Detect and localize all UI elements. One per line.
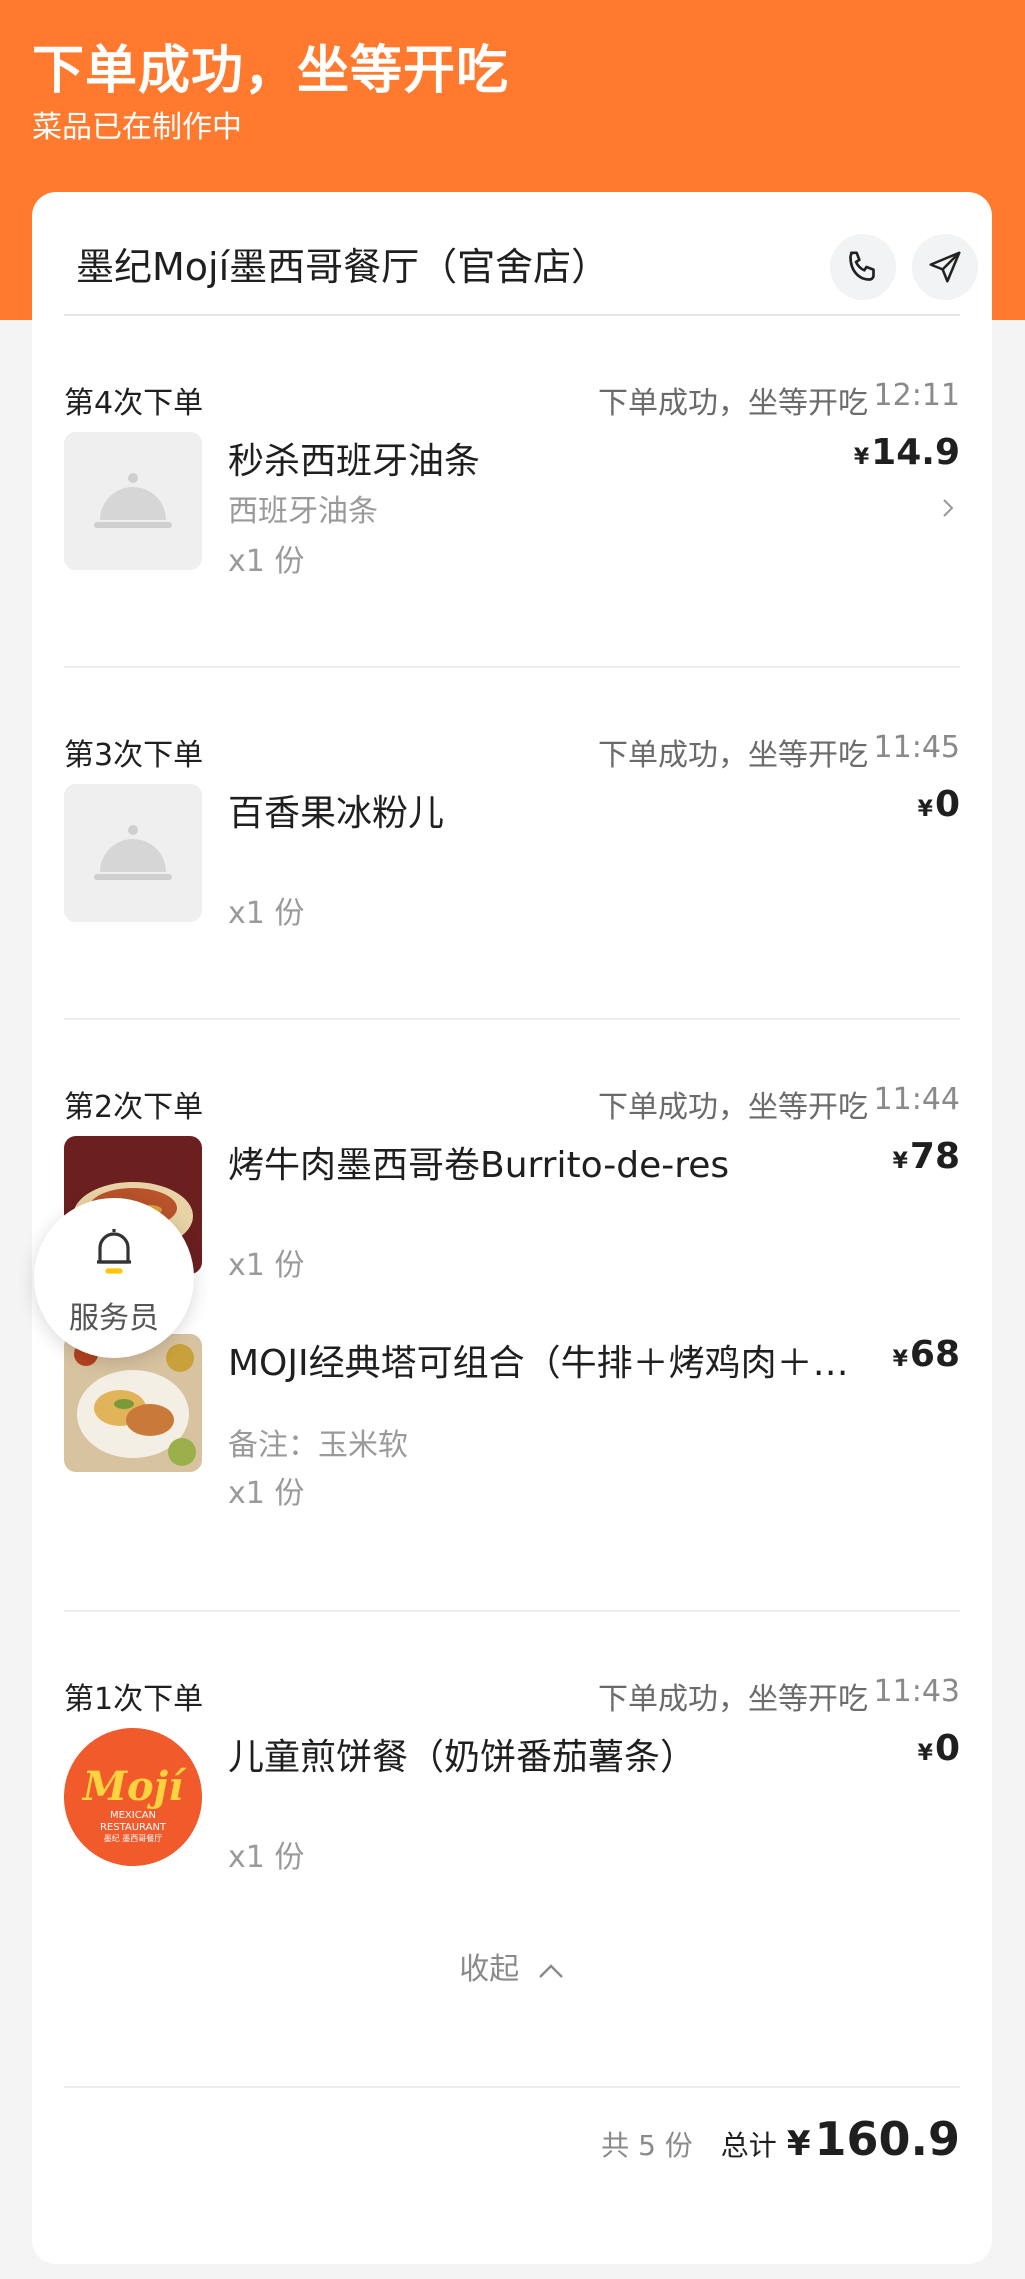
item-spec: 西班牙油条: [228, 494, 378, 529]
divider: [64, 1610, 960, 1612]
page-subtitle: 菜品已在制作中: [32, 110, 242, 145]
dish-placeholder-icon: [64, 784, 202, 922]
order-group-1: 第1次下单 下单成功，坐等开吃 11:43 Mojí MEXICAN RESTA…: [64, 1668, 960, 1875]
store-name[interactable]: 墨纪Mojí墨西哥餐厅（官舍店）: [76, 236, 609, 291]
call-button[interactable]: [830, 234, 896, 300]
waiter-label: 服务员: [69, 1301, 159, 1336]
store-header: 墨纪Mojí墨西哥餐厅（官舍店）: [64, 192, 978, 316]
divider: [64, 1018, 960, 1020]
svg-text:MEXICAN: MEXICAN: [110, 1810, 156, 1821]
collapse-label: 收起: [459, 1952, 520, 1987]
item-name: 百香果冰粉儿: [228, 793, 445, 834]
order-status: 下单成功，坐等开吃: [598, 738, 868, 773]
total-label: 总计: [720, 2129, 777, 2162]
page-title: 下单成功，坐等开吃: [32, 41, 510, 101]
order-number: 第1次下单: [64, 1682, 204, 1717]
item-price: ¥78: [892, 1136, 960, 1177]
item-price: ¥14.9: [853, 432, 960, 473]
total-amount: 160.9: [814, 2112, 960, 2166]
chevron-right-icon[interactable]: [940, 496, 956, 520]
divider: [64, 666, 960, 668]
item-quantity: x1 份: [228, 896, 305, 931]
order-status: 下单成功，坐等开吃: [598, 1090, 868, 1125]
order-group-4: 第4次下单 下单成功，坐等开吃 12:11 秒杀西班牙油条 西班牙油条 x1 份…: [64, 372, 960, 579]
dish-placeholder-icon: [64, 432, 202, 570]
item-price: ¥0: [917, 1728, 960, 1769]
item-price: ¥0: [917, 784, 960, 825]
order-time: 12:11: [873, 378, 960, 413]
navigation-icon: [929, 251, 961, 283]
item-note: 备注：玉米软: [228, 1428, 408, 1463]
restaurant-logo: Mojí MEXICAN RESTAURANT 墨纪 墨西哥餐厅: [64, 1728, 202, 1866]
order-time: 11:44: [873, 1082, 960, 1117]
call-waiter-button[interactable]: 服务员: [34, 1198, 194, 1358]
divider: [64, 2086, 960, 2088]
order-number: 第4次下单: [64, 386, 204, 421]
order-status: 下单成功，坐等开吃: [598, 1682, 868, 1717]
order-time: 11:45: [873, 730, 960, 765]
order-number: 第2次下单: [64, 1090, 204, 1125]
item-quantity: x1 份: [228, 1476, 305, 1511]
bell-icon: [97, 1229, 131, 1274]
item-name: 烤牛肉墨西哥卷Burrito-de-res: [228, 1145, 730, 1186]
collapse-button[interactable]: 收起: [32, 1944, 992, 1988]
phone-icon: [849, 251, 875, 281]
item-name: 儿童煎饼餐（奶饼番茄薯条）: [228, 1737, 697, 1778]
svg-text:墨纪 墨西哥餐厅: 墨纪 墨西哥餐厅: [104, 1833, 163, 1843]
item-quantity: x1 份: [228, 1840, 305, 1875]
svg-text:RESTAURANT: RESTAURANT: [100, 1822, 167, 1833]
navigate-button[interactable]: [912, 234, 978, 300]
item-price: ¥68: [892, 1334, 960, 1375]
order-group-3: 第3次下单 下单成功，坐等开吃 11:45 百香果冰粉儿 x1 份 ¥0: [64, 724, 960, 931]
item-quantity: x1 份: [228, 1248, 305, 1283]
currency-symbol: ¥: [786, 2124, 811, 2164]
chevron-up-icon: [538, 1963, 563, 1978]
item-count: 共 5 份: [601, 2129, 693, 2162]
order-status: 下单成功，坐等开吃: [598, 386, 868, 421]
item-quantity: x1 份: [228, 544, 305, 579]
order-time: 11:43: [873, 1674, 960, 1709]
item-name: MOJI经典塔可组合（牛排＋烤鸡肉＋…: [228, 1343, 849, 1384]
order-number: 第3次下单: [64, 738, 204, 773]
svg-text:Mojí: Mojí: [81, 1763, 187, 1810]
order-summary: 共 5 份 总计 ¥ 160.9: [601, 2112, 960, 2172]
order-group-2: 第2次下单 下单成功，坐等开吃 11:44 烤牛肉墨西哥卷Burrito-de-…: [64, 1076, 960, 1511]
item-name: 秒杀西班牙油条: [228, 441, 481, 482]
